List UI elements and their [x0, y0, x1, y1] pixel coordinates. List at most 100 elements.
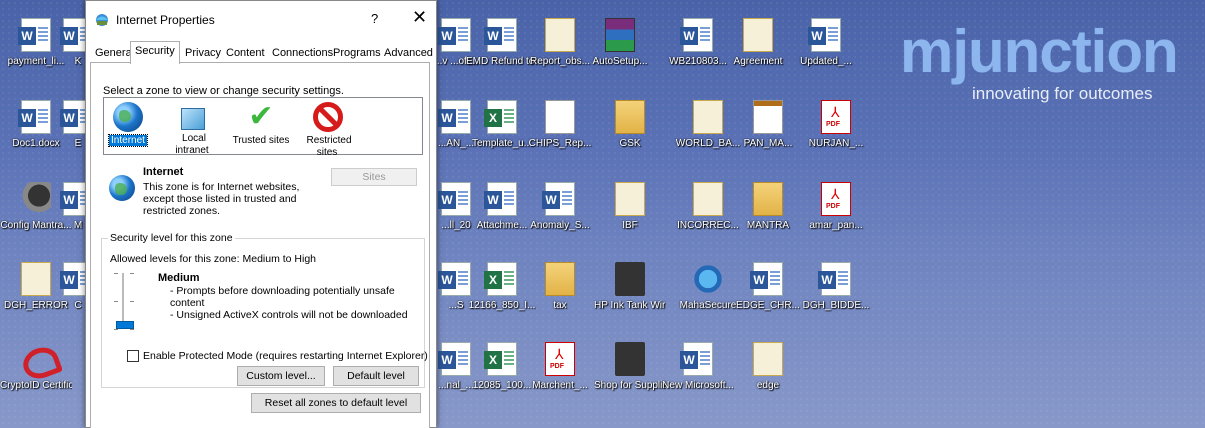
zone-internet[interactable]: Internet — [108, 102, 148, 147]
desktop-icon[interactable]: New Microsoft... — [662, 342, 734, 392]
tab-strip: General Security Privacy Content Connect… — [90, 41, 434, 64]
tab-programs[interactable]: Programs — [328, 43, 386, 63]
pdf-file-icon — [821, 182, 851, 216]
pdf-file-icon — [545, 342, 575, 376]
zone-label: Internet — [108, 134, 148, 147]
printer-file-icon — [615, 262, 645, 296]
custom-level-button[interactable]: Custom level... — [237, 366, 325, 386]
desktop-icon-label: CHIPS_Rep... — [528, 138, 592, 149]
blank-file-icon — [545, 100, 575, 134]
pdf-file-icon — [821, 100, 851, 134]
zone-label: Restricted sites — [306, 135, 352, 158]
desktop-icon[interactable]: IBF — [594, 182, 666, 232]
brand-tagline: innovating for outcomes — [972, 84, 1153, 103]
tab-privacy[interactable]: Privacy — [180, 43, 226, 63]
crypto-file-icon — [21, 342, 51, 376]
default-level-button[interactable]: Default level — [333, 366, 419, 386]
desktop-icon[interactable]: Anomaly_S... — [524, 182, 596, 232]
desktop-icon[interactable]: tax — [524, 262, 596, 312]
desktop-icon[interactable]: CHIPS_Rep... — [524, 100, 596, 150]
desktop-icon[interactable]: CryptoID Certifica... — [0, 342, 72, 392]
folder-file-icon — [545, 262, 575, 296]
folder-file-icon — [753, 182, 783, 216]
desktop-icon-label: Marchent_... — [532, 380, 588, 391]
desktop-icon-label: Updated_... — [800, 56, 852, 67]
zone-trusted-sites[interactable]: ✔ Trusted sites — [230, 102, 292, 147]
close-button[interactable]: ✕ — [412, 7, 427, 28]
word-file-icon — [484, 18, 517, 52]
desktop-icon[interactable]: HP Ink Tank Wireless 4... — [594, 262, 666, 312]
folder-file-icon — [615, 100, 645, 134]
desktop-icon-label: EDGE_CHR... — [736, 300, 800, 311]
tab-content[interactable]: Content — [221, 43, 270, 63]
zone-label: Local intranet — [175, 133, 209, 156]
checkmark-icon: ✔ — [248, 100, 274, 133]
pdfdoc-file-icon — [693, 182, 723, 216]
dialog-title: Internet Properties — [116, 13, 215, 27]
desktop-icon-label: Shop for Supplies - ... — [594, 380, 666, 391]
reset-all-zones-button[interactable]: Reset all zones to default level — [251, 393, 421, 413]
desktop-icon[interactable]: NURJAN_... — [800, 100, 872, 150]
restricted-icon — [313, 102, 343, 132]
tab-advanced[interactable]: Advanced — [379, 43, 438, 63]
word-file-icon — [542, 182, 575, 216]
desktop-icon[interactable]: MANTRA — [732, 182, 804, 232]
desktop-icon[interactable]: EDGE_CHR... — [732, 262, 804, 312]
desktop-icon[interactable]: DGH_BIDDE... — [800, 262, 872, 312]
selected-zone-title: Internet — [143, 166, 184, 178]
tab-security[interactable]: Security — [130, 41, 180, 64]
intranet-icon — [181, 108, 205, 130]
level-bullet: - Unsigned ActiveX controls will not be … — [170, 309, 408, 321]
card-file-icon — [753, 100, 783, 134]
desktop-icon-label: HP Ink Tank Wireless 4... — [594, 300, 666, 311]
title-bar[interactable]: Internet Properties ? ✕ — [86, 1, 436, 39]
internet-properties-dialog: Internet Properties ? ✕ General Security… — [85, 0, 437, 428]
word-file-icon — [750, 262, 783, 296]
desktop-icon[interactable]: Updated_... — [790, 18, 862, 68]
protected-mode-checkbox[interactable] — [127, 350, 139, 362]
desktop-icon-label: edge — [756, 380, 780, 391]
help-button[interactable]: ? — [371, 11, 378, 26]
level-name: Medium — [158, 272, 200, 284]
zone-local-intranet[interactable]: Local intranet — [162, 102, 224, 157]
excel-file-icon — [484, 262, 517, 296]
protected-mode-option[interactable]: Enable Protected Mode (requires restarti… — [127, 350, 428, 362]
slider-thumb[interactable] — [116, 321, 134, 329]
security-tab-panel: Select a zone to view or change security… — [90, 62, 430, 428]
desktop-icon[interactable]: Shop for Supplies - ... — [594, 342, 666, 392]
desktop-icon-label: IBF — [622, 220, 638, 231]
desktop-icon[interactable]: Agreement — [722, 18, 794, 68]
internet-options-icon — [96, 14, 108, 26]
desktop-icon[interactable]: AutoSetup... — [584, 18, 656, 68]
pdfdoc-file-icon — [615, 182, 645, 216]
selected-zone-description: This zone is for Internet websites, exce… — [143, 181, 300, 217]
desktop-icon-label: NURJAN_... — [808, 138, 864, 149]
desktop-icon[interactable]: GSK — [594, 100, 666, 150]
pdfdoc-file-icon — [545, 18, 575, 52]
desktop-icon-label: GSK — [619, 138, 641, 149]
brand-wallpaper: mjunction innovating for outcomes — [900, 18, 1200, 104]
zone-list: Internet Local intranet ✔ Trusted sites … — [103, 97, 423, 158]
globe-icon — [113, 102, 143, 132]
word-file-icon — [484, 182, 517, 216]
zone-restricted-sites[interactable]: Restricted sites — [300, 102, 356, 159]
desktop-icon[interactable]: amar_pan... — [800, 182, 872, 232]
protected-mode-label: Enable Protected Mode (requires restarti… — [143, 350, 428, 362]
excel-file-icon — [484, 100, 517, 134]
excel-file-icon — [484, 342, 517, 376]
word-file-icon — [818, 262, 851, 296]
word-file-icon — [680, 342, 713, 376]
desktop-icon-label: AutoSetup... — [592, 56, 648, 67]
desktop-icon-label: New Microsoft... — [662, 380, 734, 391]
desktop-icon-label: Agreement — [733, 56, 783, 67]
desktop-icon[interactable]: edge — [732, 342, 804, 392]
desktop-icon[interactable]: PAN_MA... — [732, 100, 804, 150]
app-file-icon — [693, 262, 723, 296]
globe-icon — [109, 175, 135, 201]
desktop-icon-label: Anomaly_S... — [530, 220, 590, 231]
word-file-icon — [680, 18, 713, 52]
sites-button: Sites — [331, 168, 417, 186]
desktop-icon[interactable]: Marchent_... — [524, 342, 596, 392]
mjunction-logo: mjunction — [900, 18, 1179, 85]
desktop-icon-label: tax — [553, 300, 567, 311]
